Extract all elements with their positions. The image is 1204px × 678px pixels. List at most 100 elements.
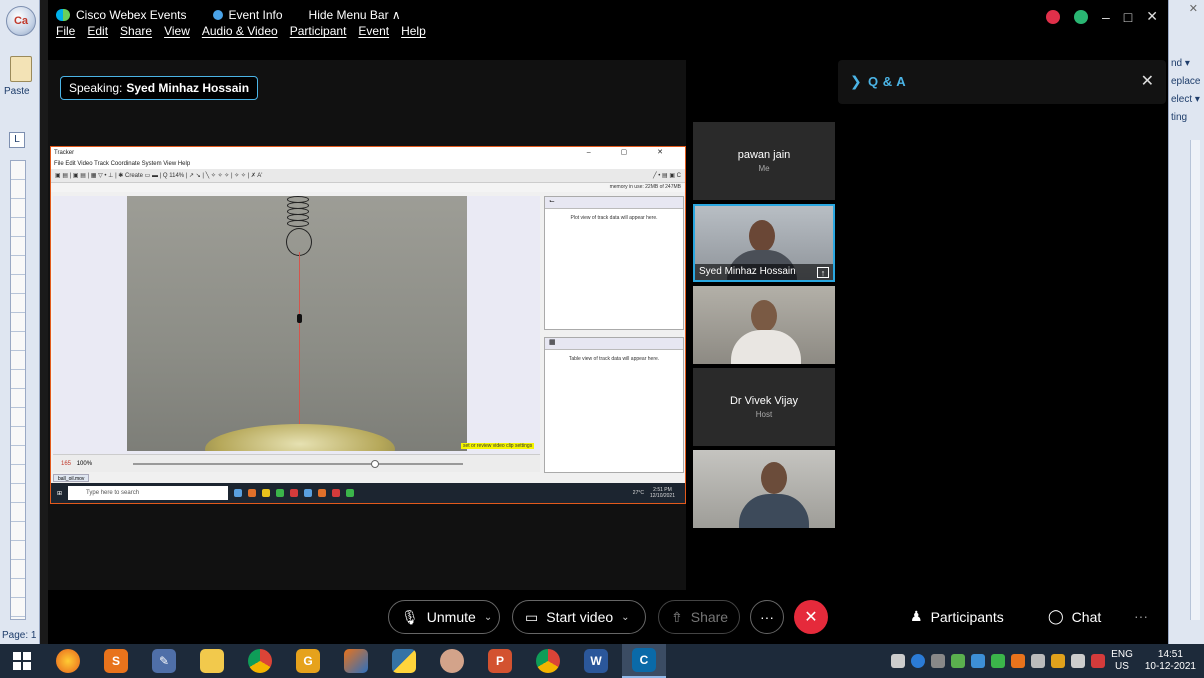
unmute-label: Unmute <box>426 609 476 625</box>
shared-app-icon <box>248 489 257 497</box>
replace-button[interactable]: eplace <box>1171 76 1200 87</box>
participant-tile[interactable]: Dr Vivek Vijay Host <box>693 368 835 446</box>
menu-view[interactable]: View <box>164 24 190 38</box>
paste-label[interactable]: Paste <box>4 86 30 97</box>
shared-app-icon <box>276 489 285 497</box>
menu-participant[interactable]: Participant <box>290 24 347 38</box>
shared-clock-date: 12/10/2021 <box>649 493 675 499</box>
shared-taskbar: ⊞ Type here to search 27°C 2:51 PM 12/10… <box>51 483 685 503</box>
keyboard-icon[interactable] <box>891 654 906 668</box>
taskbar-python[interactable] <box>382 644 426 678</box>
volume-icon[interactable] <box>1031 654 1046 668</box>
usb-icon[interactable] <box>931 654 946 668</box>
speaking-name: Syed Minhaz Hossain <box>126 81 250 95</box>
meeting-controls: 🎙︎ Unmute ⌄ ▭ Start video ⌄ ⇮ Share ··· … <box>48 590 1168 644</box>
more-options-button[interactable]: ··· <box>750 600 784 634</box>
taskbar-clock[interactable]: 14:51 10-12-2021 <box>1145 649 1196 673</box>
participant-role: Host <box>755 410 773 419</box>
notification-icon[interactable] <box>1091 654 1106 668</box>
taskbar-matlab[interactable] <box>334 644 378 678</box>
select-button[interactable]: elect ▾ <box>1171 94 1200 105</box>
taskbar-firefox[interactable] <box>46 644 90 678</box>
unmute-button[interactable]: 🎙︎ Unmute ⌄ <box>388 600 500 634</box>
menu-file[interactable]: File <box>56 24 75 38</box>
event-info-button[interactable]: Event Info <box>229 8 283 22</box>
hide-menu-bar-button[interactable]: Hide Menu Bar ∧ <box>309 8 401 22</box>
shared-app-icon <box>304 489 313 497</box>
keyboard-layout: US <box>1115 661 1129 672</box>
menu-share[interactable]: Share <box>120 24 152 38</box>
ruler-toggle-button[interactable]: L <box>9 132 25 148</box>
qa-expand-icon[interactable]: ❯ <box>850 73 862 90</box>
chat-button[interactable]: ◯ Chat <box>1048 608 1101 625</box>
tray-app-icon[interactable] <box>991 654 1006 668</box>
zoom-value: 100% <box>76 461 93 467</box>
taskbar-presentation-app[interactable]: S <box>94 644 138 678</box>
qa-title[interactable]: Q & A <box>868 74 906 89</box>
start-video-button[interactable]: ▭ Start video ⌄ <box>512 600 646 634</box>
participant-tile[interactable] <box>693 286 835 364</box>
taskbar-webex[interactable]: C <box>622 644 666 678</box>
word-close-icon[interactable]: ✕ <box>1189 2 1198 15</box>
bluetooth-icon[interactable] <box>971 654 986 668</box>
taskbar-powerpoint[interactable]: P <box>478 644 522 678</box>
network-icon[interactable] <box>1071 654 1086 668</box>
tracker-menu: File Edit Video Track Coordinate System … <box>51 159 685 169</box>
taskbar-word[interactable]: W <box>574 644 618 678</box>
taskbar-pen-app[interactable]: ✎ <box>142 644 186 678</box>
word-left-edge: Ca Paste L Page: 1 <box>0 0 40 644</box>
video-slider <box>133 460 463 468</box>
participant-tile[interactable]: pawan jain Me <box>693 122 835 200</box>
shared-app-icon <box>234 489 243 497</box>
table-pane-header: ▦ <box>545 338 683 350</box>
help-icon[interactable] <box>911 654 926 668</box>
tray-app-icon[interactable] <box>1051 654 1066 668</box>
speaking-indicator: Speaking: Syed Minhaz Hossain <box>60 76 259 100</box>
taskbar-paint[interactable] <box>430 644 474 678</box>
word-scrollbar[interactable] <box>1190 140 1200 620</box>
menu-edit[interactable]: Edit <box>87 24 108 38</box>
shared-tray: 27°C 2:51 PM 12/10/2021 <box>633 487 675 499</box>
find-button[interactable]: nd ▾ <box>1171 58 1190 69</box>
network-health-icon[interactable] <box>1074 9 1088 24</box>
paint-icon <box>440 649 464 673</box>
chevron-down-icon[interactable]: ⌄ <box>621 612 629 623</box>
python-icon <box>392 649 416 673</box>
office-button[interactable]: Ca <box>6 6 36 36</box>
participant-tile[interactable] <box>693 450 835 528</box>
panel-overflow-button[interactable]: ··· <box>1134 608 1148 624</box>
language-indicator[interactable]: ENG US <box>1111 649 1133 673</box>
presentation-app-icon: S <box>104 649 128 673</box>
tray-app-icon[interactable] <box>951 654 966 668</box>
start-video-label: Start video <box>546 609 614 625</box>
shared-app-icon <box>346 489 355 497</box>
leave-meeting-button[interactable]: ✕ <box>794 600 828 634</box>
frame-number: 165 <box>61 461 72 467</box>
webex-titlebar: Cisco Webex Events Event Info Hide Menu … <box>48 0 1168 42</box>
minimize-button[interactable]: – <box>1102 9 1110 25</box>
taskbar-chrome[interactable] <box>238 644 282 678</box>
windows-taskbar: S ✎ G P W C ENG US 14:51 10-12-2021 <box>0 644 1204 678</box>
menu-event[interactable]: Event <box>358 24 389 38</box>
matlab-icon <box>344 649 368 673</box>
qa-close-icon[interactable]: ✕ <box>1141 71 1154 91</box>
participant-tile-active-speaker[interactable]: Syed Minhaz Hossain ↑ <box>693 204 835 282</box>
chevron-down-icon[interactable]: ⌄ <box>484 612 492 623</box>
taskbar-file-explorer[interactable] <box>190 644 234 678</box>
close-button[interactable]: ✕ <box>1146 8 1158 25</box>
menu-audio-video[interactable]: Audio & Video <box>202 24 278 38</box>
taskbar-pdf-app[interactable]: G <box>286 644 330 678</box>
folder-icon <box>200 649 224 673</box>
participant-head <box>751 300 777 332</box>
menu-help[interactable]: Help <box>401 24 426 38</box>
tray-app-icon[interactable] <box>1011 654 1026 668</box>
paste-icon[interactable] <box>10 56 32 82</box>
tracker-title: Tracker <box>54 150 75 156</box>
participants-button[interactable]: ♟ Participants <box>910 608 1004 625</box>
taskbar-chrome-profile[interactable] <box>526 644 570 678</box>
share-button[interactable]: ⇮ Share <box>658 600 740 634</box>
maximize-button[interactable]: □ <box>1124 9 1132 25</box>
participants-label: Participants <box>930 608 1004 625</box>
start-button[interactable] <box>0 644 44 678</box>
participant-head <box>749 220 775 252</box>
